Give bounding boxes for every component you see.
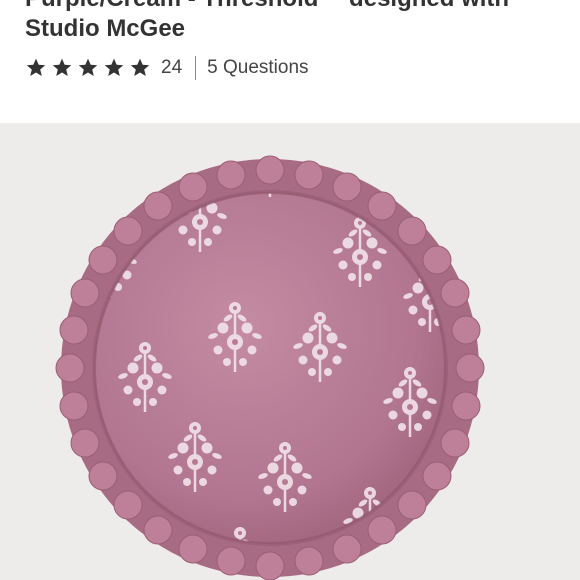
star-rating[interactable] (25, 57, 155, 79)
round-ruffled-pillow-image (55, 155, 485, 580)
star-icon (77, 57, 99, 79)
star-icon (103, 57, 125, 79)
star-icon (25, 57, 47, 79)
product-image[interactable] (0, 123, 580, 580)
divider (195, 56, 197, 80)
product-title-line-2: Studio McGee (25, 15, 186, 42)
star-icon (51, 57, 73, 79)
product-title-line-1: Purple/Cream - Threshold™ designed with (25, 0, 509, 13)
star-icon (129, 57, 151, 79)
rating-row: 24 5 Questions (25, 55, 309, 81)
rating-count[interactable]: 24 (161, 57, 182, 79)
questions-link[interactable]: 5 Questions (207, 57, 308, 79)
